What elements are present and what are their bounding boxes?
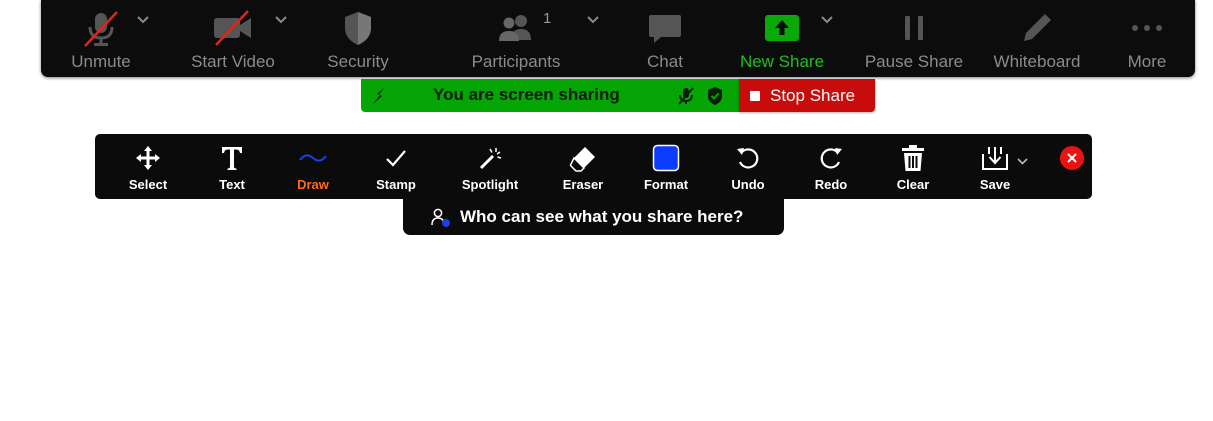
unmute-label: Unmute [71,52,131,71]
participants-options-chevron-icon[interactable] [587,11,599,29]
screen-sharing-status: You are screen sharing [433,85,620,104]
participants-label: Participants [471,52,561,71]
redo-label: Redo [814,177,848,192]
eraser-tool[interactable]: Eraser [560,142,606,194]
stamp-label: Stamp [376,177,416,192]
pause-share-button[interactable]: Pause Share [863,8,965,74]
select-label: Select [128,177,168,192]
chat-button[interactable]: Chat [641,8,689,74]
eraser-icon [568,142,598,174]
spotlight-tool[interactable]: Spotlight [457,142,523,194]
shield-icon [341,8,375,48]
text-t-icon [218,142,246,174]
chat-bubble-icon [645,8,685,48]
select-tool[interactable]: Select [125,142,171,194]
security-label: Security [327,52,389,71]
pencil-icon [1017,8,1057,48]
save-button[interactable]: Save [975,142,1015,194]
clear-label: Clear [896,177,930,192]
meeting-controls-bar: Unmute Start Video Security Participants… [41,0,1195,77]
shield-check-icon [706,86,724,111]
more-label: More [1127,52,1167,71]
undo-label: Undo [731,177,765,192]
drag-handle-icon[interactable] [371,87,387,110]
security-button[interactable]: Security [323,8,393,74]
trash-icon [899,142,927,174]
more-button[interactable]: More [1121,8,1173,74]
undo-arrow-icon [734,142,762,174]
screen-sharing-banner[interactable]: You are screen sharing [361,79,739,112]
stamp-tool[interactable]: Stamp [373,142,419,194]
new-share-label: New Share [739,52,825,71]
stop-square-icon [750,90,760,101]
draw-tool[interactable]: Draw [293,142,333,194]
redo-arrow-icon [817,142,845,174]
share-visibility-text: Who can see what you share here? [460,207,744,226]
ellipsis-icon [1127,8,1167,48]
pause-share-label: Pause Share [864,52,964,71]
participants-button[interactable]: Participants [465,8,567,74]
whiteboard-label: Whiteboard [993,52,1081,71]
new-share-button[interactable]: New Share [735,8,829,74]
download-save-icon [980,142,1010,174]
spotlight-label: Spotlight [461,177,519,192]
stop-share-button[interactable]: Stop Share [739,79,875,112]
checkmark-icon [382,142,410,174]
chat-label: Chat [647,52,683,71]
start-video-label: Start Video [191,52,275,71]
squiggle-line-icon [298,142,328,174]
text-tool[interactable]: Text [212,142,252,194]
participants-count: 1 [543,10,552,27]
color-swatch-icon [652,142,680,174]
close-annotation-button[interactable] [1060,146,1084,170]
pause-icon [894,8,934,48]
participants-icon [494,8,538,48]
format-tool[interactable]: Format [640,142,692,194]
unmute-button[interactable]: Unmute [67,8,135,74]
text-label: Text [219,177,245,192]
start-video-button[interactable]: Start Video [185,8,281,74]
magic-wand-icon [476,142,504,174]
format-label: Format [643,177,689,192]
muted-microphone-icon [677,86,695,111]
close-icon [1067,153,1077,163]
move-arrows-icon [134,142,162,174]
eraser-label: Eraser [562,177,604,192]
video-off-icon [211,8,255,48]
save-options-chevron-icon[interactable] [1017,152,1028,170]
whiteboard-button[interactable]: Whiteboard [987,8,1087,74]
draw-label: Draw [297,177,329,192]
video-options-chevron-icon[interactable] [275,11,287,29]
share-options-chevron-icon[interactable] [821,11,833,29]
muted-microphone-icon [81,8,121,48]
redo-button[interactable]: Redo [809,142,853,194]
share-screen-icon [762,8,802,48]
save-label: Save [979,177,1011,192]
stop-share-label: Stop Share [770,85,856,105]
undo-button[interactable]: Undo [726,142,770,194]
user-visibility-icon [431,208,453,233]
share-visibility-button[interactable]: Who can see what you share here? [403,199,784,235]
clear-button[interactable]: Clear [893,142,933,194]
audio-options-chevron-icon[interactable] [137,11,149,29]
annotation-toolbar: Select Text Draw Stamp Spotlight Eraser … [95,134,1092,199]
